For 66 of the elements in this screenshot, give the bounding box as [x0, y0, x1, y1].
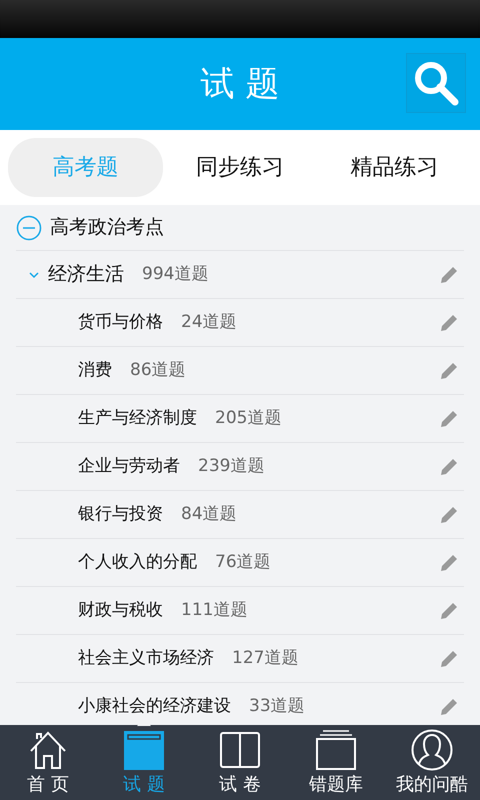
pencil-icon [440, 314, 458, 332]
nav-tab[interactable]: 试 题 [96, 725, 192, 800]
tree-label: 消费 [78, 358, 112, 382]
tree-label: 企业与劳动者 [78, 454, 180, 478]
edit-button[interactable] [440, 266, 458, 284]
tree-label: 财政与税收 [78, 598, 163, 622]
tree-label: 生产与经济制度 [78, 406, 197, 430]
edit-button[interactable] [440, 602, 458, 620]
pencil-icon [440, 458, 458, 476]
pencil-icon [440, 698, 458, 716]
tree-label: 经济生活 [48, 262, 124, 288]
nav-tab[interactable]: 我的问酷 [384, 725, 480, 800]
pencil-icon [440, 602, 458, 620]
pencil-icon [440, 410, 458, 428]
pencil-icon [440, 506, 458, 524]
tree-row[interactable]: 财政与税收 111道题 [16, 587, 464, 635]
edit-button[interactable] [440, 698, 458, 716]
tree-label: 社会主义市场经济 [78, 646, 214, 670]
question-count: 24道题 [181, 310, 237, 334]
tree-label: 个人收入的分配 [78, 550, 197, 574]
book-icon [219, 729, 261, 771]
question-count: 205道题 [215, 406, 282, 430]
pencil-icon [440, 266, 458, 284]
tab[interactable]: 精品练习 [317, 138, 472, 197]
search-icon [412, 59, 460, 107]
tree-row[interactable]: 经济生活 994道题 [16, 251, 464, 299]
tree-label: 小康社会的经济建设 [78, 694, 231, 718]
search-button[interactable] [406, 53, 466, 113]
edit-button[interactable] [440, 362, 458, 380]
nav-tab[interactable]: 试 卷 [192, 725, 288, 800]
edit-button[interactable] [440, 506, 458, 524]
tree-row[interactable]: 生产与经济制度 205道题 [16, 395, 464, 443]
edit-button[interactable] [440, 410, 458, 428]
nav-tab[interactable]: 首 页 [0, 725, 96, 800]
tree-row[interactable]: 社会主义市场经济 127道题 [16, 635, 464, 683]
edit-button[interactable] [440, 458, 458, 476]
collapse-icon[interactable] [16, 214, 42, 240]
stacked-cards-icon [315, 729, 357, 771]
pencil-icon [440, 554, 458, 572]
tree-row[interactable]: 高考政治考点 [16, 205, 464, 251]
tree-row[interactable]: 个人收入的分配 76道题 [16, 539, 464, 587]
question-count: 994道题 [142, 262, 208, 286]
question-count: 111道题 [181, 598, 248, 622]
profile-icon [411, 729, 453, 771]
tree-row[interactable]: 企业与劳动者 239道题 [16, 443, 464, 491]
edit-button[interactable] [440, 650, 458, 668]
edit-button[interactable] [440, 314, 458, 332]
question-count: 127道题 [232, 646, 298, 670]
pencil-icon [440, 650, 458, 668]
tree-row[interactable]: 消费 86道题 [16, 347, 464, 395]
question-count: 84道题 [181, 502, 237, 526]
edit-button[interactable] [440, 554, 458, 572]
tree-label: 高考政治考点 [50, 215, 164, 240]
tree-label: 银行与投资 [78, 502, 163, 526]
tab[interactable]: 同步练习 [162, 138, 318, 197]
tree-row[interactable]: 银行与投资 84道题 [16, 491, 464, 539]
question-count: 239道题 [198, 454, 264, 478]
question-count: 86道题 [130, 358, 186, 382]
page-title: 试 题 [200, 62, 280, 106]
nav-tab[interactable]: 错题库 [288, 725, 384, 800]
tree-label: 货币与价格 [78, 310, 163, 334]
question-count: 33道题 [249, 694, 305, 718]
tree-row[interactable]: 货币与价格 24道题 [16, 299, 464, 347]
document-icon [123, 729, 165, 771]
question-count: 76道题 [215, 550, 271, 574]
pencil-icon [440, 362, 458, 380]
